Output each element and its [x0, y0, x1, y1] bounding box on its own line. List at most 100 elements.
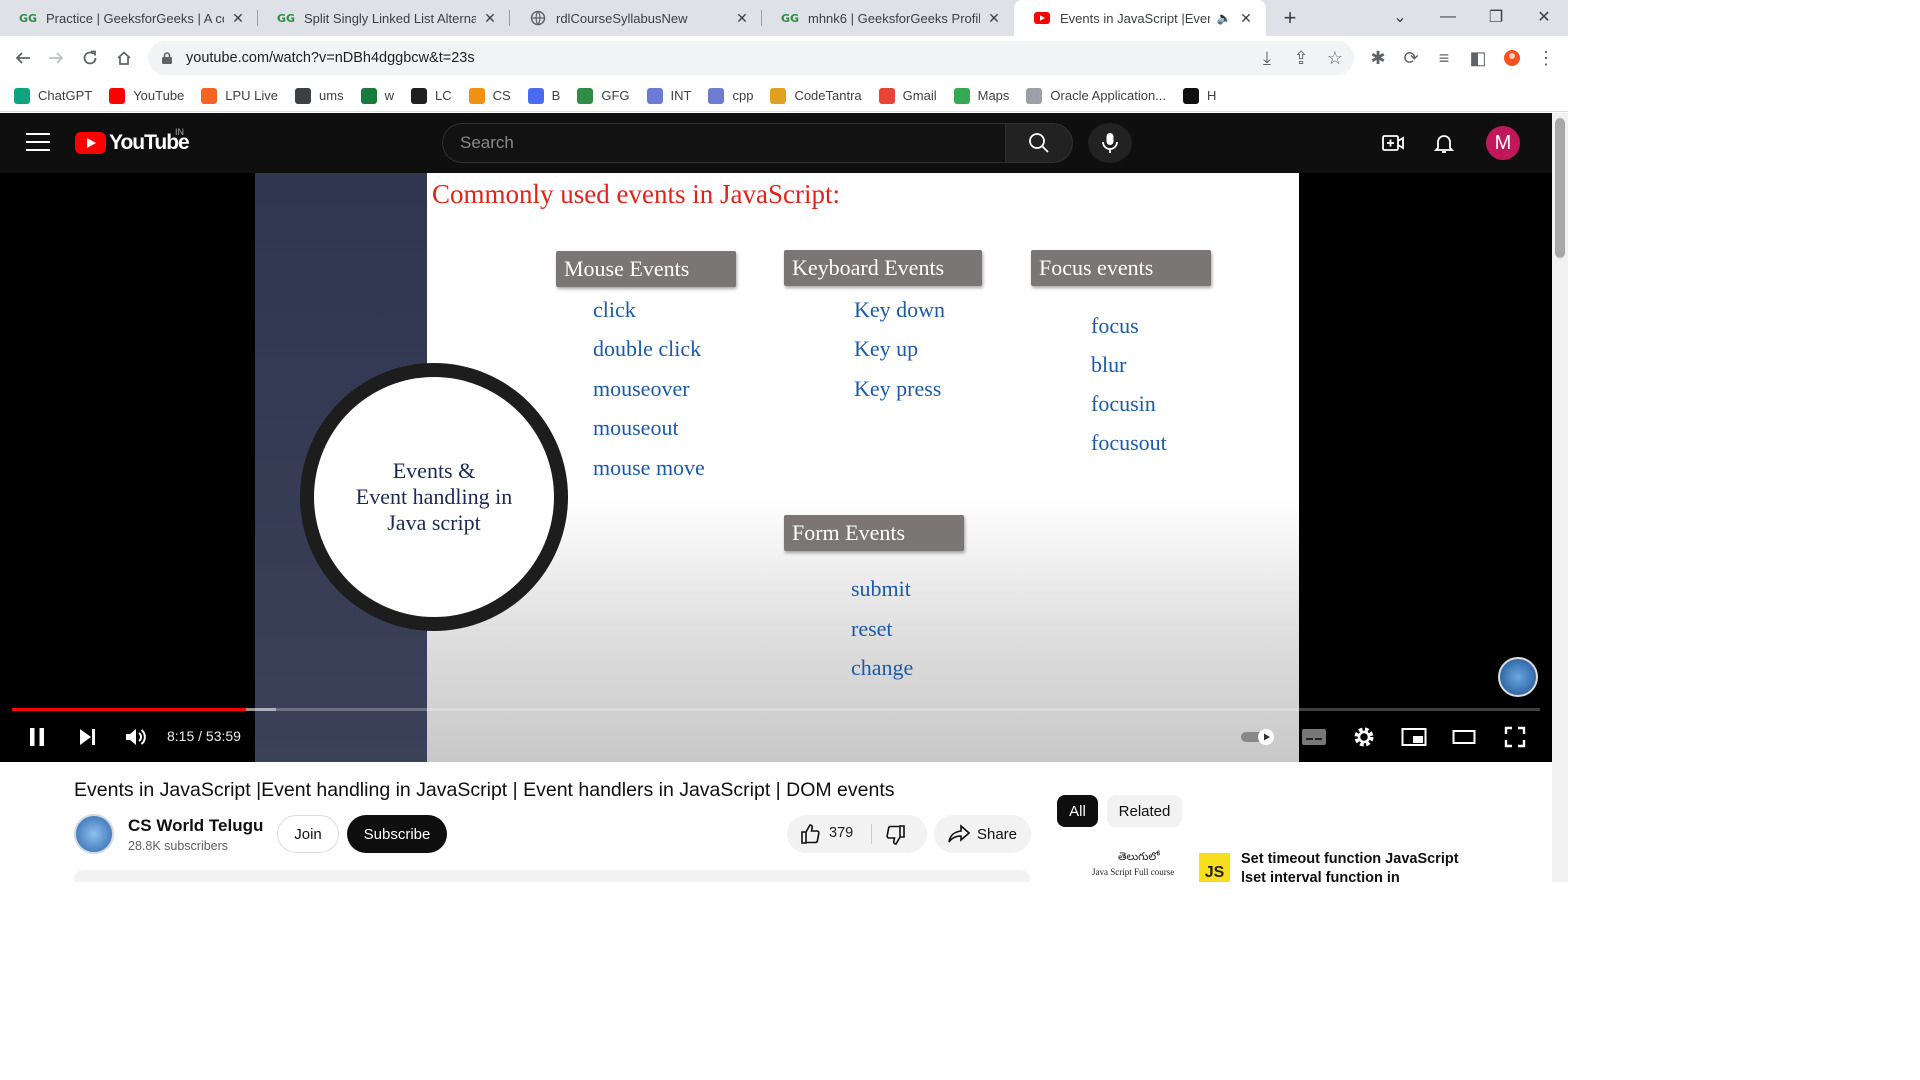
event-item: Key up [854, 336, 919, 361]
bookmark-item[interactable]: H [1183, 87, 1216, 104]
extensions-icon[interactable]: ✱ [1364, 44, 1392, 72]
subscribe-button[interactable]: Subscribe [347, 815, 447, 853]
event-item: Key down [854, 297, 946, 322]
chip-related[interactable]: Related [1107, 795, 1182, 827]
pause-button[interactable] [25, 725, 49, 749]
video-player[interactable]: Commonly used events in JavaScript: Mous… [0, 173, 1552, 762]
media-control-icon[interactable]: ≡ [1430, 44, 1458, 72]
join-button[interactable]: Join [277, 815, 339, 853]
event-item: reset [851, 616, 893, 641]
suggestion-thumbnail[interactable]: తెలుగులో Java Script Full course JS [1088, 848, 1232, 882]
channel-avatar[interactable] [74, 814, 114, 854]
mouse-events-heading: Mouse Events [556, 251, 736, 287]
fullscreen-button[interactable] [1502, 725, 1528, 749]
next-icon [80, 729, 95, 745]
bookmark-item[interactable]: INT [646, 87, 691, 104]
forward-icon[interactable] [42, 44, 70, 72]
bookmark-item[interactable]: LPU Live [201, 87, 278, 104]
menu-icon[interactable]: ⋮ [1532, 44, 1560, 72]
youtube-header: YouTube IN Search M [0, 113, 1552, 173]
next-button[interactable] [75, 725, 99, 749]
tab-search-icon[interactable]: ⌄ [1386, 4, 1414, 30]
bookmark-item[interactable]: GFG [577, 87, 630, 104]
chip-all[interactable]: All [1057, 795, 1098, 827]
search-button[interactable] [1005, 123, 1073, 163]
account-avatar[interactable]: M [1486, 126, 1520, 160]
extension-icon[interactable]: ⟳ [1397, 44, 1425, 72]
bookmark-item[interactable]: cpp [708, 87, 754, 104]
channel-name[interactable]: CS World Telugu [128, 816, 263, 836]
close-icon[interactable]: ✕ [230, 10, 246, 26]
search-input[interactable]: Search [442, 123, 1006, 163]
youtube-page: YouTube IN Search M Commonly used events… [0, 113, 1552, 882]
bookmark-icon [770, 87, 787, 104]
bookmark-item[interactable]: ChatGPT [14, 87, 93, 104]
bookmark-item[interactable]: B [527, 87, 560, 104]
browser-tab-active[interactable]: Events in JavaScript |Event h 🔈 ✕ [1014, 0, 1266, 36]
description-box[interactable] [74, 870, 1030, 882]
scrollbar-thumb[interactable] [1555, 118, 1565, 258]
profile-icon[interactable] [1498, 44, 1526, 72]
bookmark-label: cpp [732, 88, 754, 103]
suggestion-title[interactable]: Set timeout function JavaScript |set int… [1241, 850, 1471, 882]
voice-search-button[interactable] [1088, 123, 1132, 163]
title-circle: Events & Event handling in Java script [314, 377, 554, 617]
share-page-icon[interactable]: ⇪ [1287, 44, 1315, 72]
close-icon[interactable]: ✕ [986, 10, 1002, 26]
thumbs-up-icon[interactable] [799, 823, 821, 845]
side-panel-icon[interactable]: ◧ [1464, 44, 1492, 72]
window-close-button[interactable]: ✕ [1530, 4, 1558, 30]
youtube-icon [1034, 10, 1050, 26]
thumbs-down-icon[interactable] [885, 824, 907, 846]
minimize-button[interactable]: — [1434, 4, 1462, 30]
theater-mode-button[interactable] [1451, 725, 1477, 749]
create-video-icon[interactable] [1381, 131, 1405, 155]
bookmark-item[interactable]: CodeTantra [770, 87, 862, 104]
browser-toolbar: youtube.com/watch?v=nDBh4dggbcw&t=23s ⤓ … [0, 36, 1568, 80]
keyboard-events-heading: Keyboard Events [784, 250, 982, 286]
bookmark-item[interactable]: ums [295, 87, 344, 104]
bookmark-item[interactable]: LC [410, 87, 452, 104]
bookmark-item[interactable]: CS [468, 87, 511, 104]
bookmark-label: ChatGPT [38, 88, 93, 103]
bookmark-item[interactable]: Oracle Application... [1026, 87, 1166, 104]
settings-button[interactable] [1351, 725, 1377, 749]
bookmark-item[interactable]: Maps [953, 87, 1009, 104]
bookmark-item[interactable]: Gmail [878, 87, 937, 104]
new-tab-button[interactable]: + [1278, 5, 1302, 30]
like-count[interactable]: 379 [829, 825, 853, 841]
bookmark-icon [201, 87, 218, 104]
browser-tab[interactable]: rdlCourseSyllabusNew ✕ [510, 0, 762, 36]
miniplayer-button[interactable] [1400, 725, 1428, 749]
youtube-logo[interactable]: YouTube IN [75, 127, 190, 155]
browser-tab[interactable]: GG Practice | GeeksforGeeks | A com ✕ [0, 0, 258, 36]
theater-icon [1452, 730, 1476, 744]
menu-icon[interactable] [26, 133, 50, 153]
share-label: Share [976, 825, 1018, 843]
bookmark-item[interactable]: YouTube [109, 87, 184, 104]
home-icon[interactable] [110, 44, 138, 72]
volume-button[interactable] [123, 725, 149, 749]
maximize-button[interactable]: ❐ [1482, 4, 1510, 30]
close-icon[interactable]: ✕ [734, 10, 750, 26]
speaker-icon[interactable]: 🔈 [1216, 10, 1232, 26]
back-icon[interactable] [9, 44, 37, 72]
bookmark-label: GFG [601, 88, 630, 103]
close-icon[interactable]: ✕ [482, 10, 498, 26]
notifications-bell-icon[interactable] [1432, 131, 1456, 155]
reload-icon[interactable] [76, 44, 104, 72]
bookmark-star-icon[interactable]: ☆ [1321, 44, 1349, 72]
address-bar[interactable]: youtube.com/watch?v=nDBh4dggbcw&t=23s [148, 41, 1354, 75]
tab-title: mhnk6 | GeeksforGeeks Profile [808, 10, 980, 26]
browser-tab[interactable]: GG Split Singly Linked List Alternatin ✕ [258, 0, 510, 36]
subtitles-button[interactable] [1300, 725, 1328, 749]
close-icon[interactable]: ✕ [1238, 10, 1254, 26]
install-app-icon[interactable]: ⤓ [1253, 44, 1281, 72]
share-icon [948, 824, 970, 843]
bookmark-icon [14, 87, 30, 104]
bookmark-item[interactable]: w [360, 87, 394, 104]
autoplay-toggle[interactable] [1240, 725, 1278, 749]
channel-watermark[interactable] [1498, 657, 1538, 697]
browser-tab[interactable]: GG mhnk6 | GeeksforGeeks Profile ✕ [762, 0, 1014, 36]
share-button[interactable]: Share [934, 815, 1031, 853]
